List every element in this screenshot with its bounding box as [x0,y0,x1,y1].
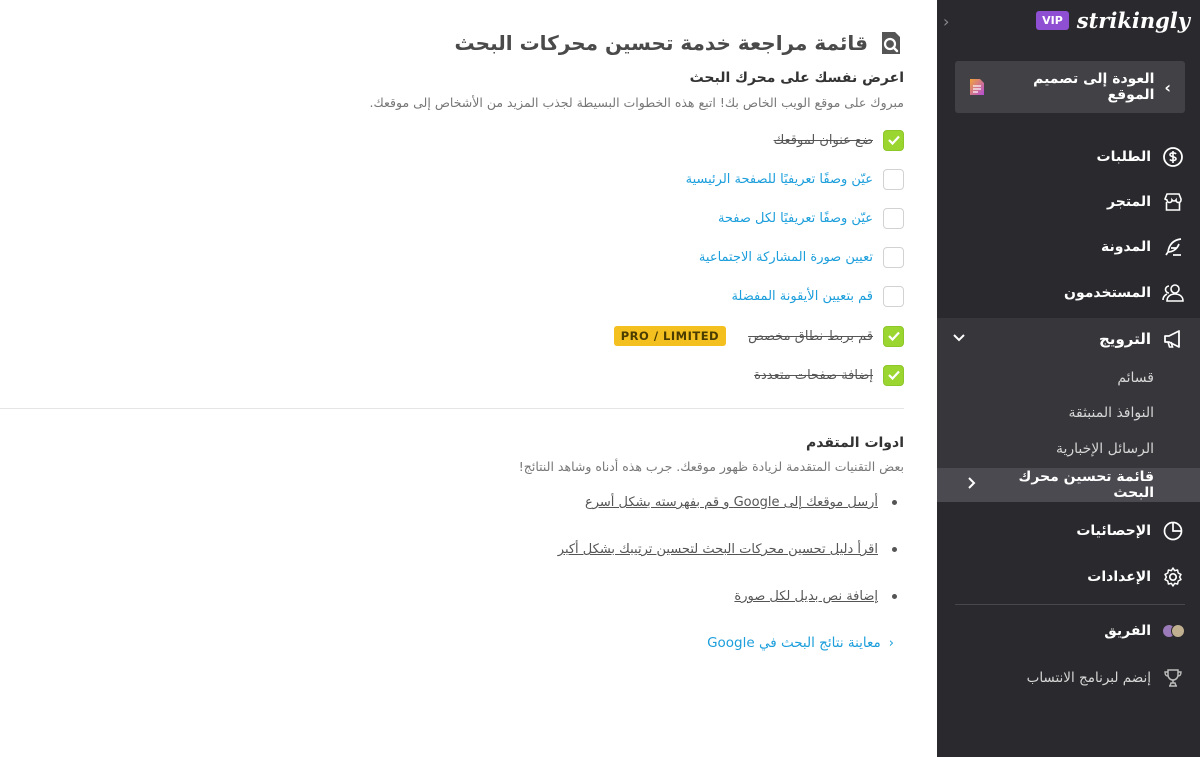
sidebar-subitem-popups[interactable]: النوافذ المنبثقة [1068,405,1154,421]
checklist-link[interactable]: قم بتعيين الأيقونة المفضلة [731,289,873,304]
advanced-link-seo-guide[interactable]: اقرأ دليل تحسين محركات البحث لتحسين ترتي… [558,542,897,557]
advanced-link[interactable]: أرسل موقعك إلى Google و قم بفهرسته بشكل … [585,495,878,510]
chevron-right-icon [967,476,977,494]
page-title-row: قائمة مراجعة خدمة تحسين محركات البحث [455,30,905,56]
checklist-item-custom-domain[interactable]: قم بربط نطاق مخصص PRO / LIMITED [613,324,904,348]
bullet [892,547,897,552]
sidebar-item-settings[interactable]: الإعدادات [1087,564,1185,590]
quill-icon [1161,235,1185,259]
google-preview-link[interactable]: › معاينة نتائج البحث في Google [707,635,894,651]
checklist-label: ضع عنوان لموقعك [773,132,873,148]
checklist-link[interactable]: عيّن وصفًا تعريفيًا للصفحة الرئيسية [686,172,873,187]
checkmark-icon [887,370,900,381]
chevron-left-icon: ‹ [1164,77,1171,97]
pro-limited-badge: PRO / LIMITED [613,326,727,346]
google-preview-label[interactable]: معاينة نتائج البحث في Google [707,635,881,651]
checkbox-checked[interactable] [883,325,904,347]
back-to-editor-button[interactable]: ‹ العودة إلى تصميم الموقع [955,61,1185,113]
advanced-link[interactable]: اقرأ دليل تحسين محركات البحث لتحسين ترتي… [558,542,878,557]
chevron-right-icon[interactable]: › [943,12,949,31]
checkbox-checked[interactable] [883,364,904,386]
team-avatars-icon [1161,619,1185,643]
checkmark-icon [887,331,900,342]
chevron-right-icon: › [888,635,894,651]
checklist-label: إضافة صفحات متعددة [754,367,873,383]
chevron-down-icon[interactable] [952,331,966,347]
sidebar-divider [955,604,1185,605]
vip-badge: VIP [1036,11,1069,30]
checklist-item-home-description[interactable]: عيّن وصفًا تعريفيًا للصفحة الرئيسية [686,167,904,191]
sidebar-label: المستخدمون [1064,285,1151,301]
sidebar-subitem-newsletters[interactable]: الرسائل الإخبارية [1056,441,1154,457]
sidebar-label: الترويج [1099,330,1151,348]
back-label: العودة إلى تصميم الموقع [1033,71,1155,103]
advanced-description: بعض التقنيات المتقدمة لزيادة ظهور موقعك.… [518,459,904,474]
sidebar-label: الإحصائيات [1076,523,1151,539]
section-divider [0,408,904,409]
sidebar-label: إنضم لبرنامج الانتساب [1026,670,1151,686]
checklist-item-favicon[interactable]: قم بتعيين الأيقونة المفضلة [731,284,904,308]
checklist-link[interactable]: تعيين صورة المشاركة الاجتماعية [699,250,873,265]
checkmark-icon [887,135,900,146]
sidebar-label: قائمة تحسين محرك البحث [1018,469,1154,501]
sidebar-item-blog[interactable]: المدونة [1101,234,1185,260]
sidebar-item-store[interactable]: المتجر [1107,189,1185,215]
sidebar-item-analytics[interactable]: الإحصائيات [1076,518,1185,544]
trophy-icon [1161,666,1185,690]
checklist-item-site-title[interactable]: ضع عنوان لموقعك [774,128,904,152]
sidebar-label: الفريق [1104,623,1151,639]
advanced-link-alt-text[interactable]: إضافة نص بديل لكل صورة [734,589,897,604]
checkbox-unchecked[interactable] [883,168,904,190]
checkbox-unchecked[interactable] [883,207,904,229]
checklist-item-social-image[interactable]: تعيين صورة المشاركة الاجتماعية [699,245,904,269]
gear-icon [1161,565,1185,589]
checklist-label: قم بربط نطاق مخصص [748,328,873,344]
sidebar-subitem-coupons[interactable]: قسائم [1117,370,1154,386]
pie-chart-icon [1161,519,1185,543]
sidebar-item-promote[interactable]: الترويج [952,325,1185,353]
strikingly-logo: strikingly [1076,8,1190,33]
advanced-link[interactable]: إضافة نص بديل لكل صورة [734,589,878,604]
page-icon [970,79,984,95]
sidebar-label: الطلبات [1096,149,1151,165]
megaphone-icon [1161,327,1185,351]
checklist-item-page-description[interactable]: عيّن وصفًا تعريفيًا لكل صفحة [718,206,904,230]
bullet [892,500,897,505]
dollar-circle-icon [1161,145,1185,169]
brand[interactable]: VIP strikingly [1036,8,1190,33]
intro-heading: اعرض نفسك على محرك البحث [689,70,904,86]
checkbox-unchecked[interactable] [883,246,904,268]
sidebar-label: المدونة [1101,239,1151,255]
checklist-item-multiple-pages[interactable]: إضافة صفحات متعددة [754,363,904,387]
checkbox-unchecked[interactable] [883,285,904,307]
bullet [892,594,897,599]
sidebar-subitem-seo-checklist[interactable]: قائمة تحسين محرك البحث [937,468,1200,502]
intro-description: مبروك على موقع الويب الخاص بك! اتبع هذه … [369,95,905,110]
sidebar-label: الإعدادات [1087,569,1151,585]
seo-search-icon [882,32,900,54]
advanced-link-submit-google[interactable]: أرسل موقعك إلى Google و قم بفهرسته بشكل … [585,495,897,510]
checklist-link[interactable]: عيّن وصفًا تعريفيًا لكل صفحة [718,211,873,226]
sidebar-item-users[interactable]: المستخدمون [1064,280,1185,306]
users-icon [1161,281,1185,305]
sidebar-item-team[interactable]: الفريق [1104,618,1185,644]
main-content: قائمة مراجعة خدمة تحسين محركات البحث اعر… [0,0,937,757]
checkbox-checked[interactable] [883,129,904,151]
store-icon [1161,190,1185,214]
page-title: قائمة مراجعة خدمة تحسين محركات البحث [454,31,869,55]
sidebar-item-affiliate[interactable]: إنضم لبرنامج الانتساب [1027,666,1185,690]
advanced-heading: ادوات المتقدم [805,435,904,451]
sidebar: › VIP strikingly ‹ العودة إلى تصميم المو… [937,0,1200,757]
sidebar-item-orders[interactable]: الطلبات [1097,144,1185,170]
sidebar-label: المتجر [1107,194,1151,210]
